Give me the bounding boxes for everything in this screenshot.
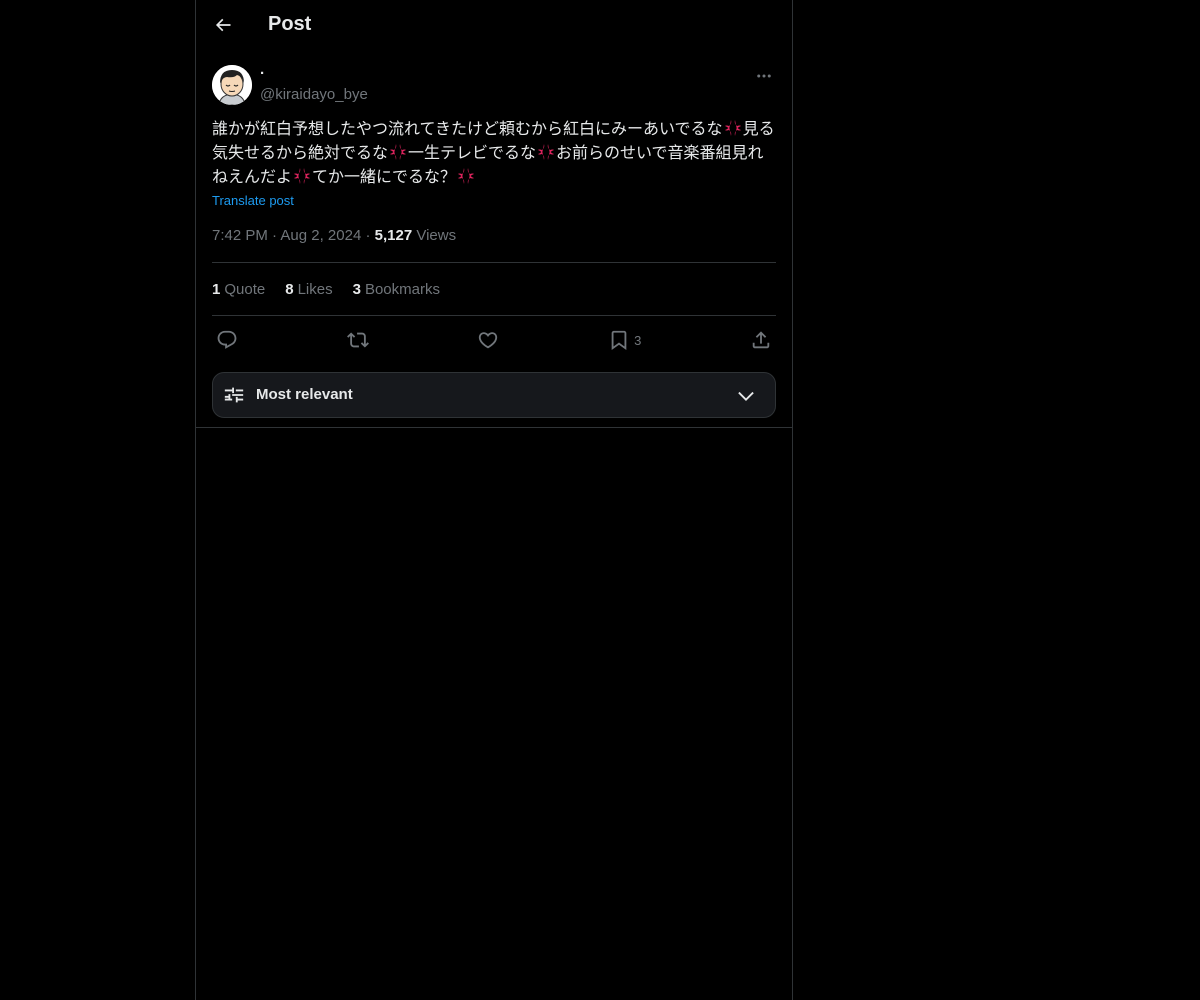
post-text-segment: 誰かが紅白予想したやつ流れてきたけど頼むから紅白にみーあいでるな	[212, 121, 723, 138]
author-handle[interactable]: @kiraidayo_bye	[260, 86, 368, 103]
arrow-left-icon	[215, 18, 231, 32]
likes-stat[interactable]: 8 Likes	[285, 281, 332, 298]
share-icon	[752, 331, 770, 349]
post-text: 誰かが紅白予想したやつ流れてきたけど頼むから紅白にみーあいでるな 見る気失せるから…	[212, 118, 778, 190]
like-button[interactable]	[477, 329, 499, 351]
post-meta: 7:42 PM · Aug 2, 2024 · 5,127 Views	[212, 226, 776, 246]
bookmarks-count: 3	[352, 280, 361, 298]
post-bottom-border	[196, 427, 792, 428]
avatar[interactable]	[212, 65, 252, 105]
heart-icon	[479, 332, 498, 349]
share-button[interactable]	[750, 329, 772, 351]
sliders-icon	[224, 387, 244, 403]
author-display-name[interactable]: ·	[260, 65, 265, 82]
anger-symbol-icon	[724, 120, 741, 136]
anger-symbol-icon	[390, 144, 407, 160]
reply-icon	[217, 330, 237, 349]
anger-symbol-icon	[294, 168, 311, 184]
likes-label: Likes	[297, 280, 333, 298]
views-label: Views	[416, 227, 457, 244]
post: · @kiraidayo_bye 誰かが紅白予想したやつ流れてきたけど頼むから紅…	[196, 65, 792, 418]
quotes-count: 1	[212, 280, 221, 298]
sort-label: Most relevant	[256, 386, 353, 403]
reply-button[interactable]	[216, 329, 238, 351]
quotes-stat[interactable]: 1 Quote	[212, 281, 265, 298]
bookmark-count: 3	[634, 332, 642, 348]
bookmarks-stat[interactable]: 3 Bookmarks	[353, 281, 440, 298]
sort-replies-dropdown[interactable]: Most relevant	[212, 372, 776, 418]
bookmarks-label: Bookmarks	[364, 280, 440, 298]
bookmark-button[interactable]: 3	[608, 329, 641, 351]
post-date[interactable]: Aug 2, 2024	[280, 227, 361, 244]
views-count: 5,127	[374, 227, 413, 244]
post-time[interactable]: 7:42 PM	[212, 227, 268, 244]
chevron-down-icon	[738, 391, 754, 401]
post-text-segment: 一生テレビでるな	[408, 145, 537, 162]
more-options-button[interactable]	[752, 65, 776, 87]
translate-post-link[interactable]: Translate post	[212, 193, 294, 208]
author-row: · @kiraidayo_bye	[212, 65, 776, 118]
anger-symbol-icon	[538, 144, 555, 160]
repost-button[interactable]	[346, 329, 369, 351]
repost-icon	[346, 332, 369, 348]
main-column: Post · @kiraidayo_bye 誰かが紅白予想したやつ流れてきたけど…	[195, 0, 793, 1000]
more-horizontal-icon	[757, 74, 771, 78]
back-button[interactable]	[206, 8, 240, 42]
quotes-label: Quote	[224, 280, 266, 298]
meta-separator: ·	[365, 227, 375, 244]
page-title: Post	[268, 13, 312, 35]
anger-symbol-icon	[458, 168, 475, 184]
action-bar: 3	[212, 316, 776, 364]
post-text-segment: てか一緒にでるな？	[312, 169, 457, 186]
page-header: Post	[196, 0, 792, 53]
likes-count: 8	[285, 280, 294, 298]
engagement-stats: 1 Quote 8 Likes 3 Bookmarks	[212, 263, 776, 315]
bookmark-icon	[611, 330, 627, 351]
avatar-illustration	[212, 65, 252, 105]
